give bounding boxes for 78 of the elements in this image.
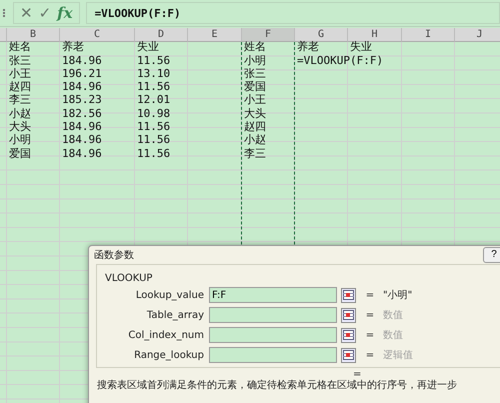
table-cell: 张三	[9, 54, 31, 67]
column-header[interactable]: I	[402, 28, 455, 42]
table-cell: 赵四	[9, 80, 31, 94]
table-cell: 11.56	[137, 54, 170, 67]
help-button[interactable]: ?	[483, 246, 500, 262]
range-picker-button[interactable]	[341, 308, 356, 322]
argument-result: 数值	[383, 329, 404, 342]
formula-field[interactable]: =VLOOKUP(F:F)	[86, 2, 500, 24]
range-picker-button[interactable]	[341, 348, 356, 362]
table-cell: 姓名	[9, 40, 31, 54]
table-cell: 小王	[244, 93, 266, 106]
table-cell: 184.96	[62, 80, 102, 94]
column-header[interactable]: F	[242, 28, 295, 42]
column-header[interactable]: E	[188, 28, 242, 42]
function-name: VLOOKUP	[105, 273, 152, 285]
table-cell: 小明	[9, 133, 31, 146]
table-cell: 李三	[244, 146, 266, 160]
table-cell: 养老	[297, 40, 319, 54]
table-cell: 11.56	[137, 133, 170, 146]
equals-sign: =	[364, 310, 376, 320]
argument-label: Lookup_value	[134, 290, 205, 300]
argument-label: Table_array	[146, 310, 205, 320]
table-cell: 13.10	[137, 66, 170, 80]
table-cell: 张三	[244, 66, 266, 80]
argument-label: Col_index_num	[127, 330, 205, 340]
table-cell: 姓名	[244, 40, 266, 54]
column-header[interactable]: C	[60, 28, 135, 42]
dialog-title: 函数参数	[94, 248, 134, 262]
table-cell: 小王	[9, 66, 31, 80]
table-cell: 大头	[9, 120, 31, 134]
table-cell: 李三	[9, 93, 31, 106]
table-cell: 11.56	[137, 146, 170, 160]
argument-field[interactable]	[209, 347, 337, 363]
table-cell: 12.01	[137, 93, 170, 106]
table-cell: 185.23	[62, 93, 102, 106]
table-cell: 196.21	[62, 66, 102, 80]
grip-icon	[3, 9, 7, 17]
table-cell: 赵四	[244, 120, 266, 134]
corner-header	[0, 28, 7, 42]
table-cell: 小赵	[244, 133, 266, 146]
equals-sign: =	[364, 290, 376, 300]
table-cell: 大头	[244, 106, 266, 120]
argument-field[interactable]	[209, 327, 337, 343]
equals-sign: =	[364, 330, 376, 340]
enter-button[interactable]: ✓	[38, 3, 52, 23]
argument-field[interactable]: F:F	[209, 287, 337, 303]
range-picker-button[interactable]	[341, 288, 356, 302]
table-cell: 失业	[350, 40, 372, 54]
table-cell: 养老	[62, 40, 84, 54]
column-header[interactable]: B	[7, 28, 60, 42]
table-cell: 184.96	[62, 54, 102, 67]
table-cell: 184.96	[62, 146, 102, 160]
argument-label: Range_lookup	[133, 350, 205, 360]
equals-sign: =	[353, 368, 362, 380]
table-cell: 11.56	[137, 120, 170, 134]
table-cell: 182.56	[62, 106, 102, 120]
table-cell: =VLOOKUP(F:F)	[297, 54, 384, 67]
column-header[interactable]: D	[135, 28, 188, 42]
table-cell: 11.56	[137, 80, 170, 94]
table-cell: 184.96	[62, 120, 102, 134]
column-header[interactable]: J	[455, 28, 500, 42]
argument-result: 逻辑值	[383, 348, 414, 362]
column-header[interactable]: H	[348, 28, 402, 42]
table-cell: 小赵	[9, 106, 31, 120]
table-cell: 10.98	[137, 106, 170, 120]
table-cell: 失业	[137, 40, 159, 54]
table-cell: 184.96	[62, 133, 102, 146]
cancel-button[interactable]: ✕	[20, 3, 33, 23]
column-header[interactable]: G	[295, 28, 348, 42]
argument-result: 数值	[383, 309, 404, 322]
function-description: 搜索表区域首列满足条件的元素，确定待检索单元格在区域中的行序号，再进一步	[96, 380, 458, 392]
range-picker-button[interactable]	[341, 328, 356, 342]
table-cell: 爱国	[244, 80, 266, 94]
equals-sign: =	[364, 350, 376, 360]
table-cell: 小明	[244, 54, 266, 67]
argument-result: "小明"	[383, 288, 414, 302]
argument-field[interactable]	[209, 307, 337, 323]
table-cell: 爱国	[9, 146, 31, 160]
